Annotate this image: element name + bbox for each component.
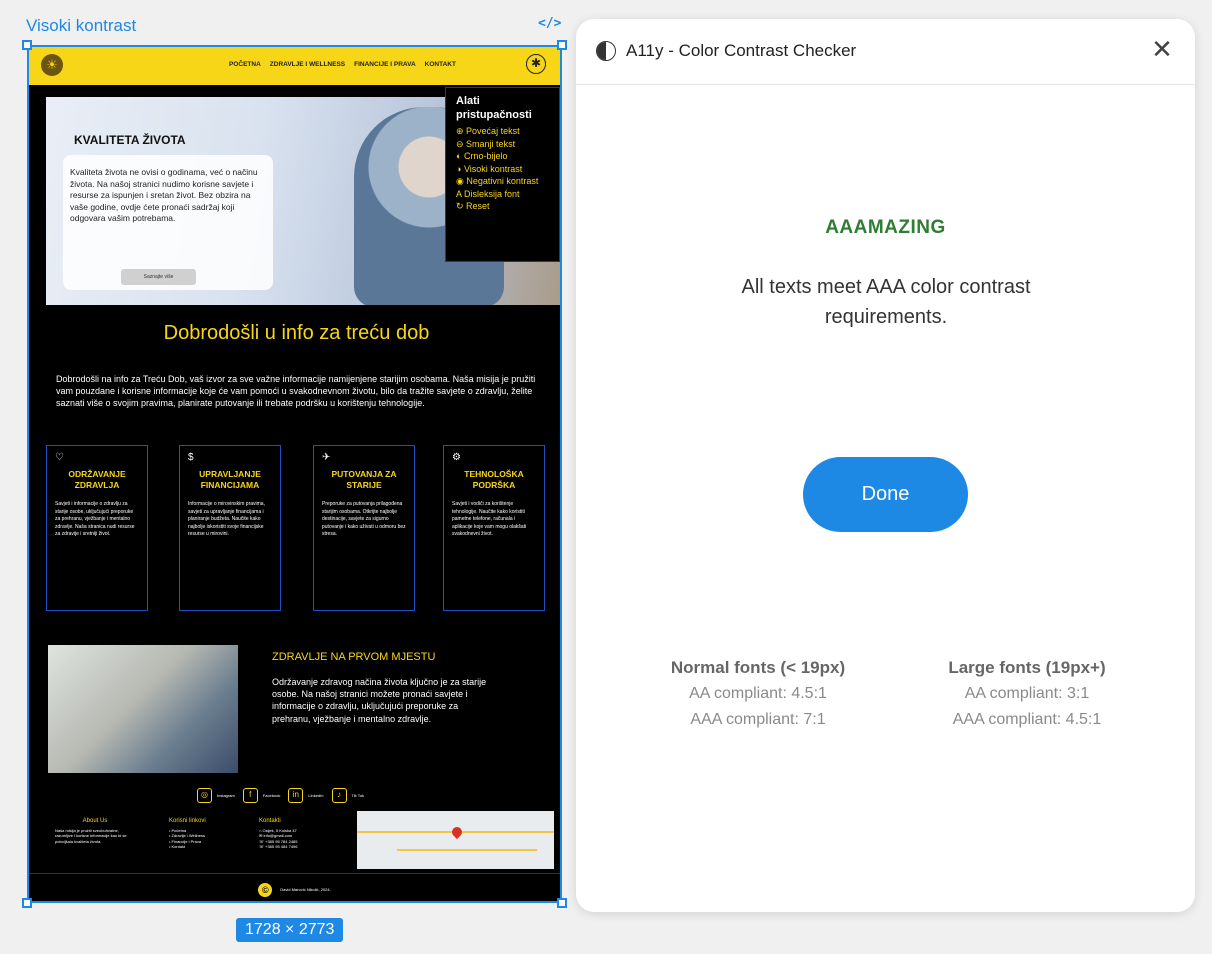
map-road (397, 849, 537, 851)
done-button[interactable]: Done (803, 457, 968, 532)
resize-handle[interactable] (22, 898, 32, 908)
social-facebook[interactable]: f Facebook (242, 788, 280, 803)
nav-link-home[interactable]: POČETNA (229, 61, 261, 68)
linkedin-icon: in (288, 788, 304, 803)
contrast-icon (596, 41, 616, 61)
normal-fonts-aaa: AAA compliant: 7:1 (690, 711, 826, 728)
resize-handle[interactable] (22, 40, 32, 50)
normal-fonts-info: Normal fonts (< 19px) AA compliant: 4.5:… (643, 655, 873, 733)
frame-label[interactable]: Visoki kontrast (26, 16, 136, 36)
money-icon: $ (188, 452, 194, 463)
feature-box-finance[interactable]: $ UPRAVLJANJE FINANCIJAMA Informacije o … (179, 445, 281, 611)
copyright-icon: © (258, 882, 273, 897)
result-text: All texts meet AAA color contrast requir… (741, 276, 1031, 328)
tool-negative-contrast[interactable]: ◉ Negativni kontrast (456, 175, 549, 188)
normal-fonts-heading: Normal fonts (< 19px) (670, 658, 846, 677)
tool-grayscale[interactable]: ◐ Crno-bijelo (456, 150, 549, 163)
feature-box-tech[interactable]: ⚙ TEHNOLOŠKA PODRŠKA Savjeti i vodiči za… (443, 445, 545, 611)
large-fonts-aaa: AAA compliant: 4.5:1 (952, 711, 1102, 728)
footer-about-text: Naša misija je pružiti sveobuhvatne, raz… (55, 827, 127, 844)
large-fonts-aa: AA compliant: 3:1 (964, 685, 1090, 702)
social-tiktok[interactable]: ♪ Tik Tok (331, 788, 364, 803)
footer-about-title: About Us (82, 818, 108, 824)
health-image (48, 645, 238, 773)
tool-dyslexia-font[interactable]: A Disleksija font (456, 188, 549, 201)
feature-box-text: Informacije o mirovinskim pravima, savje… (188, 501, 265, 537)
footer-about: About Us Naša misija je pružiti sveobuhv… (55, 818, 135, 844)
nav-links: POČETNA ZDRAVLJE I WELLNESS FINANCIJE I … (229, 61, 456, 68)
panel-title: A11y - Color Contrast Checker (626, 41, 857, 60)
feature-box-text: Savjeti i vodiči za korištenje tehnologi… (452, 501, 527, 537)
footer-links: Korisni linkovi • Početna • Zdravlje i W… (169, 818, 239, 850)
footer-contacts: Kontakti ⌂ Osijek, 5 Kolska 47 ✉ info@gm… (259, 818, 344, 850)
contrast-checker-panel: A11y - Color Contrast Checker ✕ AAAMAZIN… (576, 19, 1195, 912)
code-icon[interactable]: </> (538, 16, 561, 31)
travel-icon: ✈ (322, 452, 331, 463)
feature-box-title: TEHNOLOŠKA PODRŠKA (464, 469, 524, 490)
nav-link-health[interactable]: ZDRAVLJE I WELLNESS (270, 61, 345, 68)
map-pin-icon (449, 824, 465, 840)
nav-link-contact[interactable]: KONTAKT (425, 61, 456, 68)
nav-link-finance[interactable]: FINANCIJE I PRAVA (354, 61, 416, 68)
heart-pulse-icon: ♡ (55, 452, 64, 463)
welcome-heading: Dobrodošli u info za treću dob (163, 322, 430, 344)
feature-box-title: PUTOVANJA ZA STARIJE (331, 469, 397, 490)
resize-handle[interactable] (557, 898, 567, 908)
footer-links-title: Korisni linkovi (169, 818, 206, 824)
footer-link[interactable]: • Kontakt (169, 844, 239, 850)
location-map[interactable] (357, 811, 554, 869)
bee-logo-icon[interactable]: ☀ (41, 54, 63, 76)
feature-box-travel[interactable]: ✈ PUTOVANJA ZA STARIJE Preporuke za puto… (313, 445, 415, 611)
hero-text: Kvaliteta života ne ovisi o godinama, ve… (70, 167, 258, 223)
contact-phone[interactable]: ☏ +385 95 484 7496 (259, 844, 344, 850)
size-badge: 1728 × 2773 (236, 918, 344, 942)
copyright-text: David Marović Nikolić, 2024. (280, 887, 331, 892)
hero-title: KVALITETA ŽIVOTA (74, 133, 186, 147)
large-fonts-heading: Large fonts (19px+) (948, 658, 1106, 677)
website-frame[interactable]: ☀ POČETNA ZDRAVLJE I WELLNESS FINANCIJE … (27, 45, 562, 903)
feature-box-title: ODRŽAVANJE ZDRAVLJA (68, 469, 126, 490)
learn-more-button[interactable]: Saznajte više (121, 269, 196, 285)
facebook-icon: f (242, 788, 258, 803)
site-navbar: ☀ POČETNA ZDRAVLJE I WELLNESS FINANCIJE … (29, 47, 560, 85)
intro-text: Dobrodošli na info za Treću Dob, vaš izv… (56, 374, 536, 408)
accessibility-tools-panel: Alati pristupačnosti ⊕ Povećaj tekst ⊖ S… (445, 87, 560, 262)
tool-reset[interactable]: ↻ Reset (456, 200, 549, 213)
accessibility-icon[interactable]: ✱ (526, 54, 546, 74)
social-links: ◎ Instagram f Facebook in LinkedIn ♪ Tik Tok (197, 788, 364, 803)
health-heading: ZDRAVLJE NA PRVOM MJESTU (272, 651, 436, 663)
tool-decrease-text[interactable]: ⊖ Smanji tekst (456, 138, 549, 151)
normal-fonts-aa: AA compliant: 4.5:1 (689, 685, 827, 702)
tiktok-icon: ♪ (331, 788, 347, 803)
feature-box-health[interactable]: ♡ ODRŽAVANJE ZDRAVLJA Savjeti i informac… (46, 445, 148, 611)
feature-box-text: Savjeti i informacije o zdravlju za star… (55, 501, 135, 537)
accessibility-tools-title: Alati pristupačnosti (456, 95, 532, 121)
tool-increase-text[interactable]: ⊕ Povećaj tekst (456, 125, 549, 138)
instagram-icon: ◎ (197, 788, 212, 803)
tech-icon: ⚙ (452, 452, 461, 463)
panel-header: A11y - Color Contrast Checker ✕ (576, 19, 1195, 85)
tool-high-contrast[interactable]: ◑ Visoki kontrast (456, 163, 549, 176)
result-title: AAAMAZING (825, 217, 946, 238)
footer-contacts-title: Kontakti (259, 818, 281, 824)
social-linkedin[interactable]: in LinkedIn (288, 788, 324, 803)
copyright-bar: © David Marović Nikolić, 2024. (29, 873, 560, 901)
feature-box-text: Preporuke za putovanja prilagođena stari… (322, 501, 406, 537)
feature-box-title: UPRAVLJANJE FINANCIJAMA (199, 469, 261, 490)
resize-handle[interactable] (557, 40, 567, 50)
social-instagram[interactable]: ◎ Instagram (197, 788, 235, 803)
health-text: Održavanje zdravog načina života ključno… (272, 677, 487, 724)
large-fonts-info: Large fonts (19px+) AA compliant: 3:1 AA… (912, 655, 1142, 733)
close-button[interactable]: ✕ (1147, 34, 1177, 64)
